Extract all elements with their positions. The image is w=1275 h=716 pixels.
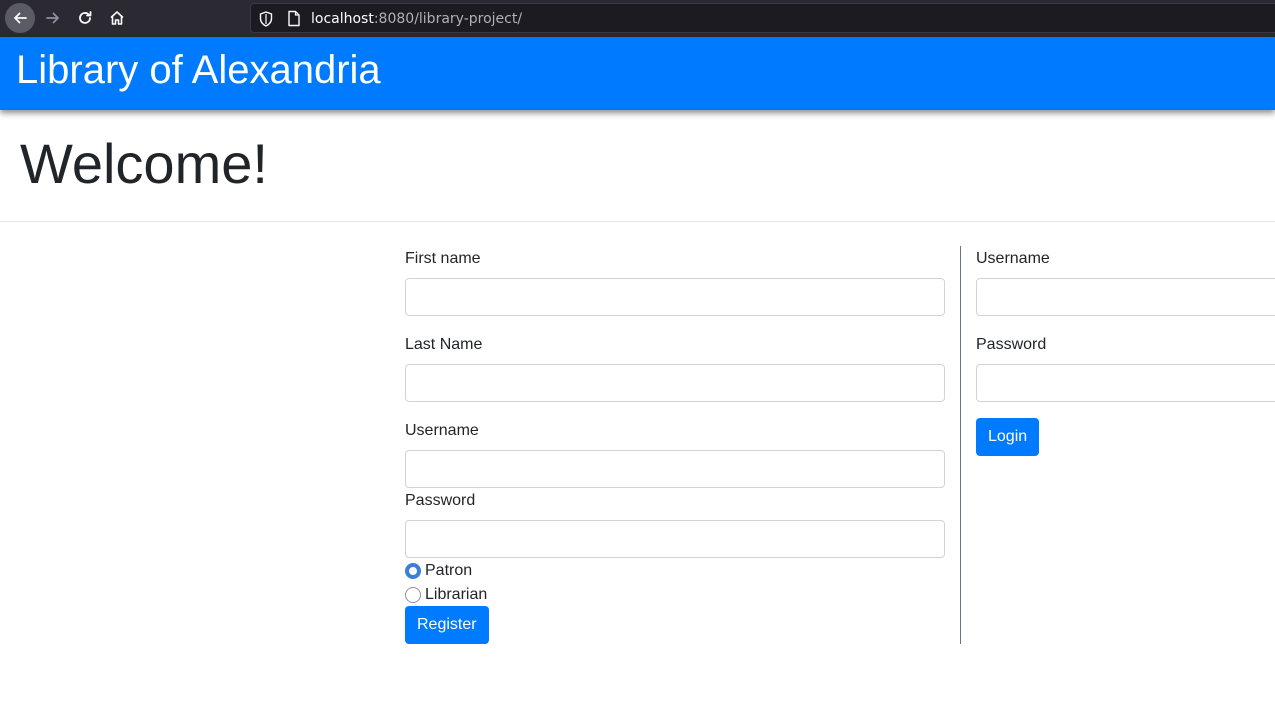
radio-librarian-label[interactable]: Librarian xyxy=(425,585,487,605)
page-icon[interactable] xyxy=(287,10,301,27)
login-password-label: Password xyxy=(976,336,1047,353)
register-username-input[interactable] xyxy=(405,450,945,488)
page-title: Welcome! xyxy=(20,132,268,195)
radio-patron-control[interactable] xyxy=(405,563,421,579)
login-password-input[interactable] xyxy=(976,364,1275,402)
reload-button[interactable] xyxy=(70,3,100,33)
login-username-input[interactable] xyxy=(976,278,1275,316)
radio-patron-label[interactable]: Patron xyxy=(425,561,472,581)
radio-patron[interactable]: Patron xyxy=(405,560,472,582)
arrow-right-icon xyxy=(46,12,59,24)
shield-icon[interactable] xyxy=(259,11,273,27)
first-name-label: First name xyxy=(405,250,481,267)
site-title: Library of Alexandria xyxy=(16,48,381,92)
radio-librarian-control[interactable] xyxy=(405,587,421,603)
last-name-input[interactable] xyxy=(405,364,945,402)
reload-icon xyxy=(79,11,92,24)
url-path: :8080/library-project/ xyxy=(373,11,523,27)
login-username-label: Username xyxy=(976,250,1050,267)
radio-librarian[interactable]: Librarian xyxy=(405,584,487,606)
arrow-left-icon xyxy=(14,12,27,24)
back-button[interactable] xyxy=(5,3,35,33)
browser-toolbar: localhost:8080/library-project/ xyxy=(0,0,1275,37)
site-header: Library of Alexandria xyxy=(0,37,1275,110)
register-password-label: Password xyxy=(405,492,476,509)
url-bar[interactable]: localhost:8080/library-project/ xyxy=(250,3,1275,33)
login-button[interactable]: Login xyxy=(976,418,1040,456)
last-name-label: Last Name xyxy=(405,336,483,353)
forward-button[interactable] xyxy=(38,3,68,33)
divider-line xyxy=(0,221,1275,222)
url-host: localhost xyxy=(311,11,374,27)
home-button[interactable] xyxy=(102,3,132,33)
home-icon xyxy=(110,11,124,25)
register-password-input[interactable] xyxy=(405,520,945,558)
register-button[interactable]: Register xyxy=(405,606,489,644)
url-text[interactable]: localhost:8080/library-project/ xyxy=(311,10,522,28)
register-username-label: Username xyxy=(405,422,479,439)
form-divider xyxy=(960,246,961,644)
first-name-input[interactable] xyxy=(405,278,945,316)
